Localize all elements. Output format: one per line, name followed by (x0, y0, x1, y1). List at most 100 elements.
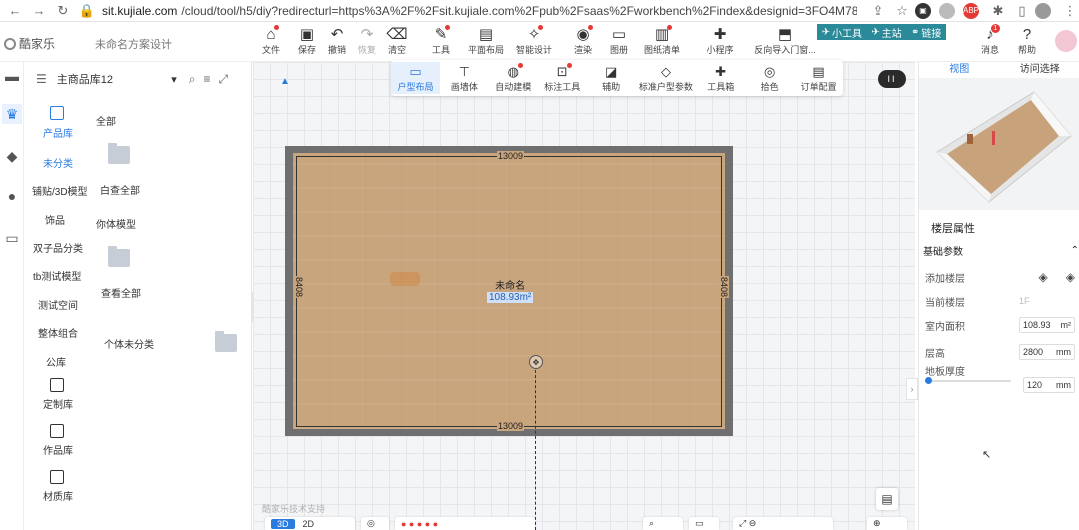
toolbar-tools[interactable]: ✎ 工具 (424, 25, 458, 60)
floor-thickness-slider[interactable] (925, 377, 1011, 384)
floatbar-color-picker[interactable]: ◎ 拾色 (745, 62, 794, 94)
floatbar-measure[interactable]: ⊡ 标注工具 (538, 62, 587, 94)
camera-position-icon[interactable]: ✥ (529, 355, 543, 369)
category-tb-test[interactable]: tb测试模型 (33, 268, 81, 283)
floatbar-order-config[interactable]: ▤ 订单配置 (794, 62, 843, 94)
share-icon[interactable]: ⇪ (869, 2, 887, 20)
category-decor[interactable]: 饰品 (45, 212, 65, 227)
toolbar-clear[interactable]: ⌫ 清空 (380, 26, 414, 60)
tools-link[interactable]: ✈ 小工具 (822, 25, 862, 40)
abp-icon[interactable]: ABP (963, 2, 979, 19)
floatbar-toolbox[interactable]: ✚ 工具箱 (696, 62, 745, 94)
view-toggle-button[interactable]: II (878, 70, 906, 88)
floatbar-auto-model[interactable]: ◍ 自动建模 (489, 62, 538, 94)
category-twin[interactable]: 双子品分类 (33, 240, 83, 255)
logo[interactable]: 酷家乐 (4, 35, 55, 52)
category-uncategorized[interactable]: 未分类 (43, 155, 73, 170)
collapse-right-panel-button[interactable]: › (906, 378, 918, 400)
category-product-library[interactable]: 产品库 (43, 125, 73, 140)
basic-params-header[interactable]: 基础参数 ⌃ (923, 242, 1079, 258)
menu-icon[interactable]: ⋮ (1061, 2, 1079, 20)
folder-icon[interactable] (108, 246, 130, 267)
toolbar-miniapp[interactable]: ✚ 小程序 (703, 26, 737, 60)
tab-access-select[interactable]: 访问选择 (1000, 62, 1079, 78)
toolbar-file[interactable]: ⌂ 文件 (254, 25, 288, 60)
toolbar-undo[interactable]: ↶ 撤销 (320, 26, 354, 60)
category-works-library[interactable]: 作品库 (43, 442, 73, 457)
toolbar-redo[interactable]: ↷ 恢复 (350, 26, 384, 60)
folder-icon[interactable] (215, 331, 237, 352)
library-select[interactable]: 主商品库12 ▾ (53, 69, 181, 89)
floor-height-field[interactable]: 2800 mm (1019, 344, 1075, 360)
subcategory-personal-uncategorized[interactable]: 个体未分类 (104, 336, 154, 351)
chevron-down-icon[interactable]: ⌄ (162, 36, 170, 47)
search-icon[interactable]: ⌕ (643, 517, 683, 530)
subcategory-models[interactable]: 你体模型 (96, 216, 136, 231)
display-options[interactable]: ● ● ● ● ● (395, 517, 535, 530)
category-test-space[interactable]: 测试空间 (38, 297, 78, 312)
category-combo[interactable]: 整体组合 (38, 325, 78, 340)
floatbar-floorplan[interactable]: ▭ 户型布局 (391, 62, 440, 94)
project-name[interactable]: 未命名方案设计 (95, 36, 172, 52)
zoom-controls[interactable]: ⤢ ⊖ (733, 517, 833, 530)
2d-view-button[interactable]: 2D (303, 519, 315, 529)
link-link[interactable]: ⚭ 链接 (911, 25, 941, 40)
reload-icon[interactable]: ↻ (54, 2, 72, 20)
category-material-library[interactable]: 材质库 (43, 488, 73, 503)
floatbar-standard-params[interactable]: ◇ 标准户型参数 (636, 62, 697, 94)
sidebar-icon[interactable]: ▯ (1013, 2, 1031, 20)
category-public-library[interactable]: 公库 (46, 354, 66, 369)
eye-icon[interactable]: ◎ (361, 517, 389, 530)
tab-view[interactable]: 视图 (919, 62, 1000, 78)
puzzle-ext-icon[interactable]: ✱ (989, 2, 1007, 20)
messages-button[interactable]: ♪ 1 消息 (973, 24, 1007, 60)
crown-icon[interactable]: ♛ (2, 104, 22, 124)
folder-icon[interactable]: ▬ (2, 66, 22, 86)
profile-icon[interactable] (1035, 2, 1051, 19)
3d-view-button[interactable]: 3D (271, 518, 295, 529)
subcategory-view-all-2[interactable]: 查看全部 (101, 285, 141, 300)
toolbar-save[interactable]: ▣ 保存 (290, 26, 324, 60)
cube-icon[interactable]: ◆ (2, 146, 22, 166)
clipboard-icon[interactable]: ▤ (876, 488, 898, 510)
lock-icon[interactable]: 🔒 (78, 2, 96, 20)
current-floor-value[interactable]: 1F (1019, 296, 1075, 306)
add-floor-above-icon[interactable]: ◈ (1039, 270, 1048, 284)
sofa-icon[interactable]: ▭ (2, 228, 22, 248)
forward-icon[interactable]: → (30, 2, 48, 20)
room-label[interactable]: 未命名 108.93m² (487, 281, 534, 303)
url-field[interactable]: sit.kujiale.com /cloud/tool/h5/diy?redir… (102, 4, 857, 18)
zoom-in-icon[interactable]: ⊕ (867, 517, 907, 530)
toolbar-album[interactable]: ▭ 图册 (602, 26, 636, 60)
toolbar-smart-design[interactable]: ✧ 智能设计 (512, 25, 556, 60)
add-floor-below-icon[interactable]: ◈ (1066, 270, 1075, 284)
toolbar-render[interactable]: ◉ 渲染 (566, 25, 600, 60)
back-icon[interactable]: ← (6, 2, 24, 20)
extension-icon[interactable]: ▣ (915, 2, 931, 19)
user-icon[interactable]: ● (2, 186, 22, 206)
slider-thumb[interactable] (925, 377, 932, 384)
main-site-link[interactable]: ✈ 主站 (871, 25, 901, 40)
floor-thickness-field[interactable]: 120 mm (1023, 377, 1075, 393)
folder-icon[interactable] (108, 143, 130, 164)
toolbar-import-doors[interactable]: ⬒ 反向导入门窗... (752, 26, 818, 60)
floatbar-assist[interactable]: ◪ 辅助 (587, 62, 636, 94)
toolbar-drawing-list[interactable]: ▥ 图纸清单 (638, 25, 686, 60)
circle-extension-icon[interactable] (939, 2, 955, 19)
filter-icon[interactable]: ≡ (204, 72, 211, 87)
expand-icon[interactable]: ⤢ (219, 72, 229, 87)
menu-list-icon[interactable]: ☰ (36, 72, 47, 86)
help-button[interactable]: ? 帮助 (1010, 26, 1044, 60)
screen-icon[interactable]: ▭ (689, 517, 719, 530)
avatar[interactable] (1055, 30, 1077, 52)
category-custom-library[interactable]: 定制库 (43, 396, 73, 411)
floatbar-draw-wall[interactable]: ⊤ 画墙体 (440, 62, 489, 94)
subcategory-all[interactable]: 全部 (96, 113, 116, 128)
indoor-area-field[interactable]: 108.93 m² (1019, 317, 1075, 333)
search-icon[interactable]: ⌕ (189, 72, 196, 87)
star-icon[interactable]: ☆ (893, 2, 911, 20)
3d-preview[interactable] (919, 78, 1079, 210)
category-3d-model[interactable]: 铺贴/3D模型 (32, 183, 88, 198)
toolbar-layout[interactable]: ▤ 平面布局 (464, 26, 508, 60)
subcategory-view-all[interactable]: 白查全部 (100, 182, 140, 197)
